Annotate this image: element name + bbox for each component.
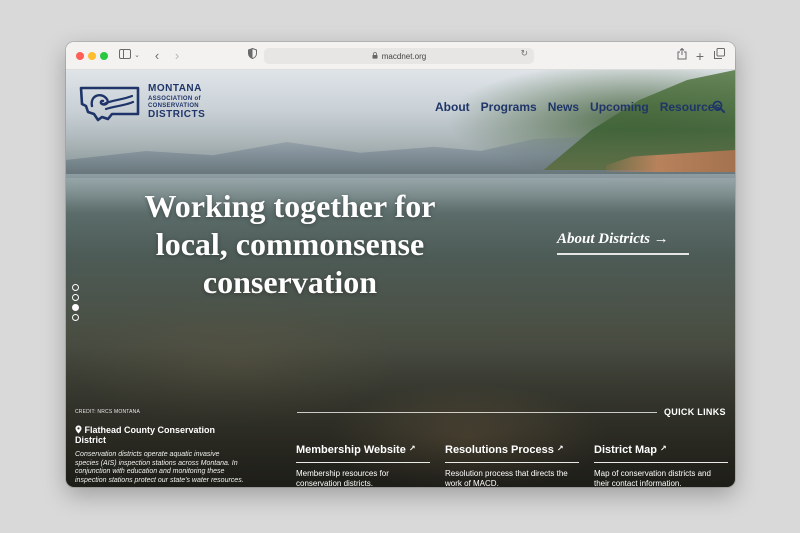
photo-description: Conservation districts operate aquatic i… bbox=[75, 451, 244, 484]
slide-dot-2[interactable] bbox=[72, 294, 79, 301]
photo-location: Flathead County Conservation District bbox=[75, 425, 235, 445]
quick-link-title[interactable]: Membership Website ↗ bbox=[296, 444, 430, 463]
hero-section: MONTANA ASSOCIATION of CONSERVATION DIST… bbox=[66, 70, 735, 487]
logo-line-2: ASSOCIATION of bbox=[148, 96, 201, 102]
quick-links-label: QUICK LINKS bbox=[664, 407, 726, 417]
photo-location-text: Flathead County Conservation District bbox=[75, 425, 216, 445]
slide-dot-1[interactable] bbox=[72, 284, 79, 291]
search-icon[interactable] bbox=[712, 100, 725, 113]
quick-link-description: Map of conservation districts and their … bbox=[594, 469, 711, 487]
quick-link-description: Resolution process that directs the work… bbox=[445, 469, 568, 487]
close-window-button[interactable] bbox=[76, 52, 84, 60]
slide-dot-4[interactable] bbox=[72, 314, 79, 321]
reload-icon[interactable]: ↻ bbox=[520, 48, 528, 59]
shield-icon[interactable] bbox=[246, 47, 258, 64]
montana-logo-icon[interactable] bbox=[78, 84, 142, 124]
nav-item-about[interactable]: About bbox=[435, 100, 470, 114]
quick-link-title-text: Membership Website bbox=[296, 444, 406, 456]
quick-link-title-text: Resolutions Process bbox=[445, 444, 554, 456]
external-link-icon: ↗ bbox=[408, 444, 416, 453]
tabs-overview-icon[interactable] bbox=[713, 48, 725, 64]
quick-link-district-map[interactable]: District Map ↗ Map of conservation distri… bbox=[594, 444, 728, 487]
nav-item-upcoming[interactable]: Upcoming bbox=[590, 100, 649, 114]
chevron-down-icon[interactable]: ⌄ bbox=[133, 48, 141, 64]
browser-window: ⌄ ‹ › macdnet.org ↻ + MONTANA ASSOCIATIO… bbox=[66, 42, 735, 487]
nav-item-programs[interactable]: Programs bbox=[481, 100, 537, 114]
main-nav: About Programs News Upcoming Resources bbox=[435, 100, 721, 114]
logo-line-1: MONTANA bbox=[148, 83, 202, 94]
new-tab-icon[interactable]: + bbox=[694, 48, 706, 64]
hero-headline: Working together for local, commonsense … bbox=[144, 188, 436, 300]
zoom-window-button[interactable] bbox=[100, 52, 108, 60]
external-link-icon: ↗ bbox=[556, 444, 564, 453]
nav-item-news[interactable]: News bbox=[548, 100, 579, 114]
logo-line-4: DISTRICTS bbox=[148, 109, 206, 120]
minimize-window-button[interactable] bbox=[88, 52, 96, 60]
quick-link-title[interactable]: District Map ↗ bbox=[594, 444, 728, 463]
quick-link-resolutions[interactable]: Resolutions Process ↗ Resolution process … bbox=[445, 444, 579, 487]
slider-dots bbox=[72, 284, 79, 321]
quick-link-title[interactable]: Resolutions Process ↗ bbox=[445, 444, 579, 463]
photo-credit: CREDIT: NRCS MONTANA bbox=[75, 409, 141, 415]
share-icon[interactable] bbox=[676, 47, 688, 64]
about-districts-link[interactable]: About Districts → bbox=[557, 231, 689, 255]
quick-link-title-text: District Map bbox=[594, 444, 657, 456]
address-bar[interactable]: macdnet.org ↻ bbox=[264, 48, 534, 64]
quick-links-divider bbox=[297, 412, 657, 413]
forward-arrow-icon[interactable]: › bbox=[171, 48, 183, 64]
browser-toolbar: ⌄ ‹ › macdnet.org ↻ + bbox=[66, 42, 735, 70]
lock-icon bbox=[372, 51, 378, 61]
slide-dot-3[interactable] bbox=[72, 304, 79, 311]
external-link-icon: ↗ bbox=[659, 444, 667, 453]
quick-link-description: Membership resources for conservation di… bbox=[296, 469, 389, 487]
map-pin-icon bbox=[75, 425, 82, 434]
quick-link-membership[interactable]: Membership Website ↗ Membership resources… bbox=[296, 444, 430, 487]
back-arrow-icon[interactable]: ‹ bbox=[151, 48, 163, 64]
sidebar-icon[interactable] bbox=[118, 48, 132, 64]
logo-wordmark[interactable]: MONTANA ASSOCIATION of CONSERVATION DIST… bbox=[148, 84, 205, 120]
url-text: macdnet.org bbox=[381, 51, 427, 61]
